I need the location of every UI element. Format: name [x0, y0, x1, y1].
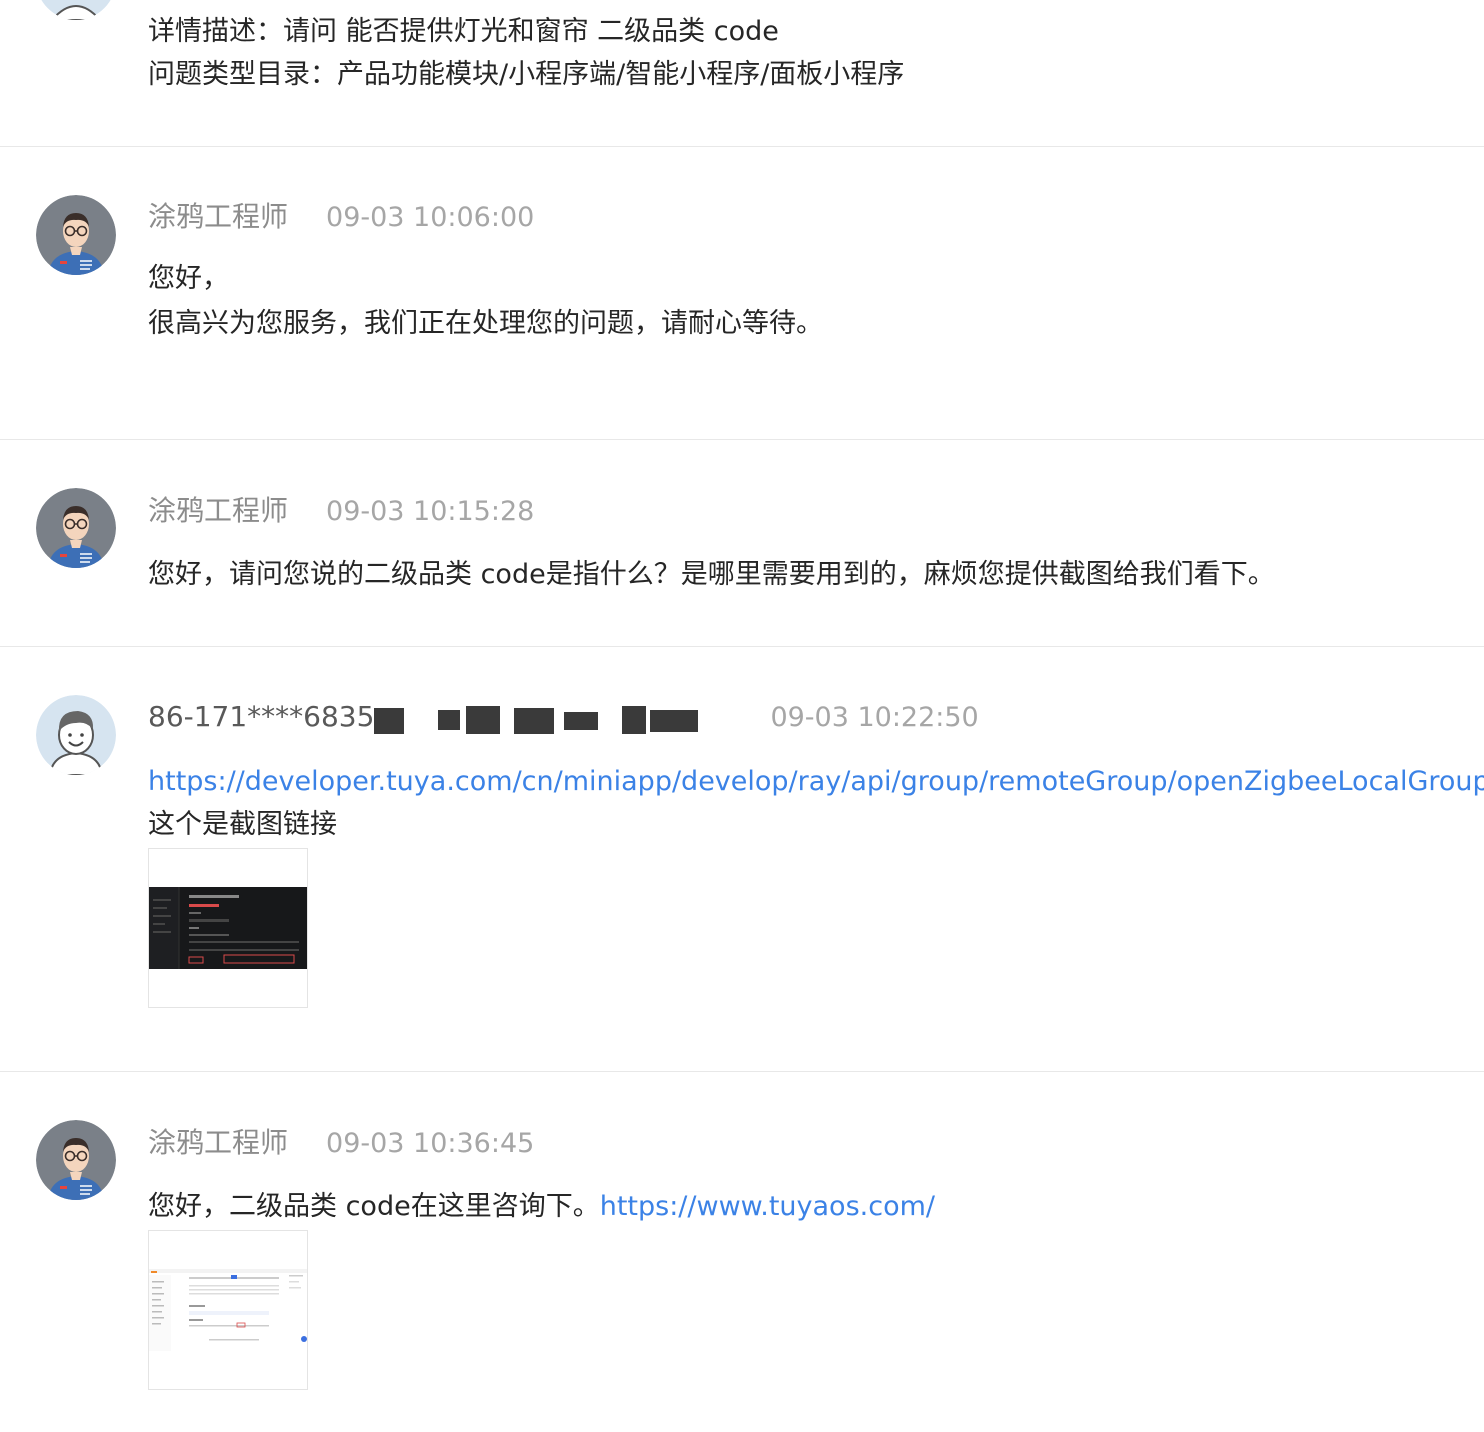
screenshot-thumbnail[interactable] [148, 1230, 308, 1390]
message-meta: 涂鸦工程师 09-03 10:15:28 [148, 491, 534, 531]
message-line: 这个是截图链接 [148, 809, 337, 840]
masked-name [374, 702, 714, 736]
detail-description: 详情描述：请问 能否提供灯光和窗帘 二级品类 code [148, 16, 779, 47]
sender-name: 涂鸦工程师 [148, 1126, 289, 1159]
user-avatar-icon [36, 695, 116, 775]
message-line: 您好，请问您说的二级品类 code是指什么？是哪里需要用到的，麻烦您提供截图给我… [148, 559, 1275, 590]
message-time: 09-03 10:22:50 [770, 702, 979, 733]
engineer-avatar-icon [36, 195, 116, 275]
message-line: https://developer.tuya.com/cn/miniapp/de… [148, 762, 1484, 802]
message-time: 09-03 10:06:00 [326, 202, 535, 233]
screenshot-link[interactable]: https://developer.tuya.com/cn/miniapp/de… [148, 766, 1484, 797]
message-user-1: 86-171****6835 09-03 10:22:50 https://de… [0, 647, 1484, 1071]
user-avatar-icon [36, 0, 116, 20]
dark-screenshot-image [149, 887, 307, 969]
light-screenshot-image [149, 1269, 307, 1351]
message-meta: 涂鸦工程师 09-03 10:36:45 [148, 1123, 534, 1163]
screenshot-thumbnail[interactable] [148, 848, 308, 1008]
engineer-avatar-icon [36, 1120, 116, 1200]
message-time: 09-03 10:15:28 [326, 496, 535, 527]
tuyaos-link[interactable]: https://www.tuyaos.com/ [600, 1191, 935, 1222]
message-initial: 详情描述：请问 能否提供灯光和窗帘 二级品类 code 问题类型目录：产品功能模… [0, 0, 1484, 146]
message-engineer-1: 涂鸦工程师 09-03 10:06:00 您好， 很高兴为您服务，我们正在处理您的… [0, 147, 1484, 439]
problem-category: 问题类型目录：产品功能模块/小程序端/智能小程序/面板小程序 [148, 59, 905, 90]
message-engineer-2: 涂鸦工程师 09-03 10:15:28 您好，请问您说的二级品类 code是指什… [0, 440, 1484, 646]
message-time: 09-03 10:36:45 [326, 1128, 535, 1159]
message-engineer-3: 涂鸦工程师 09-03 10:36:45 您好，二级品类 code在这里咨询下。h… [0, 1072, 1484, 1432]
sender-name: 涂鸦工程师 [148, 200, 289, 233]
chat-thread: 详情描述：请问 能否提供灯光和窗帘 二级品类 code 问题类型目录：产品功能模… [0, 0, 1484, 1432]
message-line: 很高兴为您服务，我们正在处理您的问题，请耐心等待。 [148, 308, 823, 339]
message-line: 您好，二级品类 code在这里咨询下。https://www.tuyaos.co… [148, 1187, 935, 1227]
sender-name: 86-171****6835 [148, 700, 375, 733]
message-meta: 涂鸦工程师 09-03 10:06:00 [148, 197, 534, 237]
engineer-avatar-icon [36, 488, 116, 568]
message-meta: 86-171****6835 09-03 10:22:50 [148, 697, 979, 737]
message-line: 您好， [148, 263, 229, 294]
message-text: 您好，二级品类 code在这里咨询下。 [148, 1191, 600, 1222]
sender-name: 涂鸦工程师 [148, 494, 289, 527]
